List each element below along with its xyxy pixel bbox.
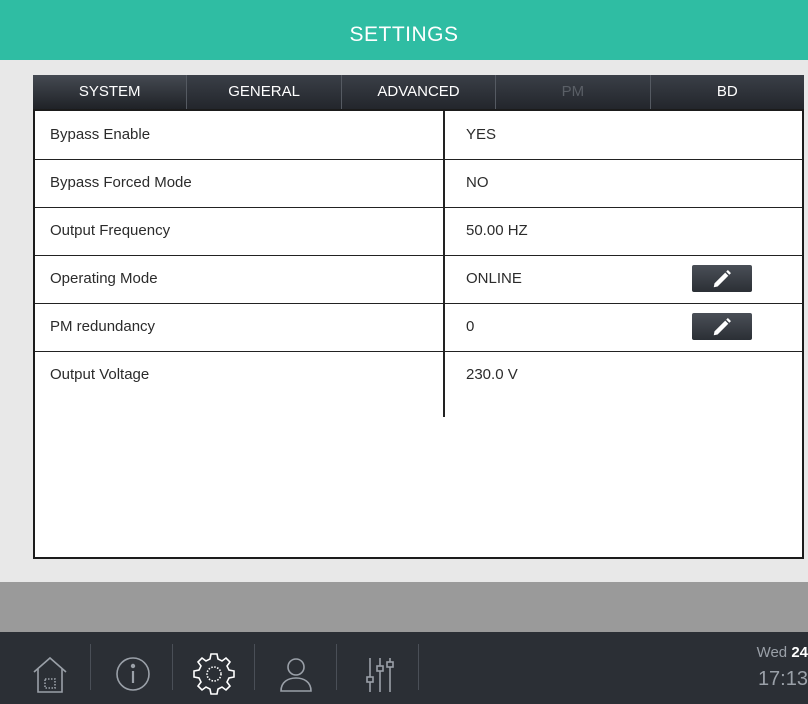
user-icon[interactable]: [266, 644, 326, 704]
pencil-icon: [713, 317, 731, 335]
row-label: PM redundancy: [50, 318, 156, 335]
table-row-output-voltage[interactable]: Output Voltage 230.0 V: [35, 351, 802, 399]
tab-general[interactable]: GENERAL: [187, 75, 342, 109]
edit-operating-mode-button[interactable]: [692, 265, 752, 292]
table-row-pm-redundancy[interactable]: PM redundancy 0: [35, 303, 802, 352]
info-icon[interactable]: [103, 644, 163, 704]
settings-tabs: SYSTEM GENERAL ADVANCED PM BD: [33, 75, 805, 109]
table-row-operating-mode[interactable]: Operating Mode ONLINE: [35, 255, 802, 304]
row-value: 50.00 HZ: [466, 222, 528, 239]
title-bar: SETTINGS: [0, 0, 808, 60]
nav-separator: [90, 644, 91, 690]
row-value: ONLINE: [466, 270, 522, 287]
table-row-bypass-forced-mode[interactable]: Bypass Forced Mode NO: [35, 159, 802, 208]
settings-table: Bypass Enable YES Bypass Forced Mode NO …: [33, 109, 804, 559]
status-band: [0, 582, 808, 632]
pencil-icon: [713, 269, 731, 287]
nav-separator: [336, 644, 337, 690]
row-label: Output Voltage: [50, 366, 150, 383]
nav-separator: [418, 644, 419, 690]
row-value: 0: [466, 318, 475, 335]
settings-content: SYSTEM GENERAL ADVANCED PM BD Bypass Ena…: [0, 60, 808, 582]
weekday: Wed: [756, 644, 788, 661]
day-number: 24: [791, 644, 808, 661]
settings-gear-icon[interactable]: [184, 644, 244, 704]
edit-pm-redundancy-button[interactable]: [692, 313, 752, 340]
date-display: Wed 24: [757, 644, 808, 661]
table-row-bypass-enable[interactable]: Bypass Enable YES: [35, 111, 802, 160]
nav-separator: [254, 644, 255, 690]
tab-advanced[interactable]: ADVANCED: [341, 75, 497, 109]
bottom-nav-bar: Wed 24 17:13: [0, 632, 808, 704]
sliders-icon[interactable]: [350, 644, 410, 704]
table-row-output-frequency[interactable]: Output Frequency 50.00 HZ: [35, 207, 802, 256]
home-icon[interactable]: [20, 644, 80, 704]
row-label: Bypass Forced Mode: [50, 174, 192, 191]
row-value: YES: [466, 126, 497, 143]
row-label: Output Frequency: [50, 222, 171, 239]
tab-system[interactable]: SYSTEM: [33, 75, 188, 109]
row-value: 230.0 V: [466, 366, 518, 383]
nav-separator: [172, 644, 173, 690]
row-label: Operating Mode: [50, 270, 158, 287]
tab-bd[interactable]: BD: [650, 75, 805, 109]
row-value: NO: [466, 174, 489, 191]
row-label: Bypass Enable: [50, 126, 151, 143]
tab-pm[interactable]: PM: [496, 75, 651, 109]
page-title: SETTINGS: [349, 23, 459, 46]
clock: 17:13: [757, 668, 808, 690]
